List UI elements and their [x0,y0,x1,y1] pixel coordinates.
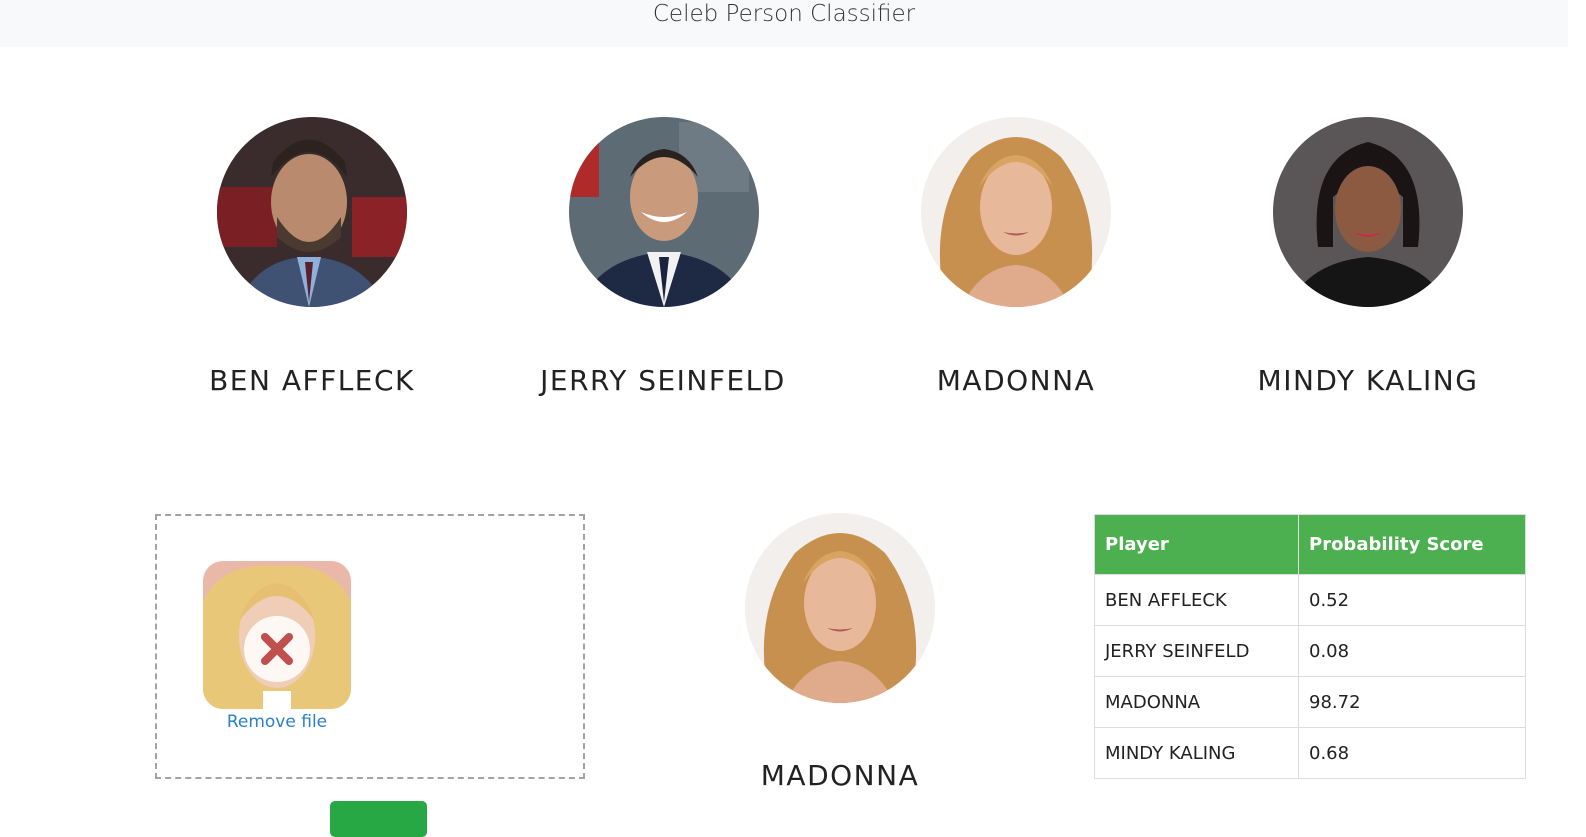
celeb-name-mindy-kaling: MINDY KALING [1257,364,1479,397]
celeb-name-madonna: MADONNA [936,364,1096,397]
table-row: JERRY SEINFELD 0.08 [1094,625,1526,677]
player-cell: MINDY KALING [1094,727,1299,779]
column-header-probability: Probability Score [1298,514,1526,575]
score-cell: 0.68 [1298,727,1526,779]
scrollbar-track[interactable] [1568,0,1586,826]
upload-error-icon [244,616,310,682]
mindy-kaling-photo [1273,117,1463,307]
player-cell: MADONNA [1094,676,1299,728]
remove-file-link[interactable]: Remove file [177,712,377,732]
probability-table: Player Probability Score BEN AFFLECK 0.5… [1094,514,1526,779]
player-cell: BEN AFFLECK [1094,574,1299,626]
celeb-name-jerry-seinfeld: JERRY SEINFELD [540,364,786,397]
score-cell: 98.72 [1298,676,1526,728]
navbar: Celeb Person Classifier [0,0,1568,47]
app-title: Celeb Person Classifier [652,1,916,27]
result-name: MADONNA [760,759,920,792]
player-cell: JERRY SEINFELD [1094,625,1299,677]
table-header-row: Player Probability Score [1094,514,1526,575]
upload-dropzone[interactable]: Remove file [155,514,585,779]
table-row: MINDY KALING 0.68 [1094,727,1526,779]
ben-affleck-photo [217,117,407,307]
uploaded-image-thumbnail [203,561,351,709]
score-cell: 0.08 [1298,625,1526,677]
result-photo-madonna [745,513,935,703]
table-row: MADONNA 98.72 [1094,676,1526,728]
celeb-name-ben-affleck: BEN AFFLECK [209,364,415,397]
madonna-photo [921,117,1111,307]
column-header-player: Player [1094,514,1299,575]
table-row: BEN AFFLECK 0.52 [1094,574,1526,626]
jerry-seinfeld-photo [569,117,759,307]
score-cell: 0.52 [1298,574,1526,626]
classify-button[interactable] [330,801,427,837]
